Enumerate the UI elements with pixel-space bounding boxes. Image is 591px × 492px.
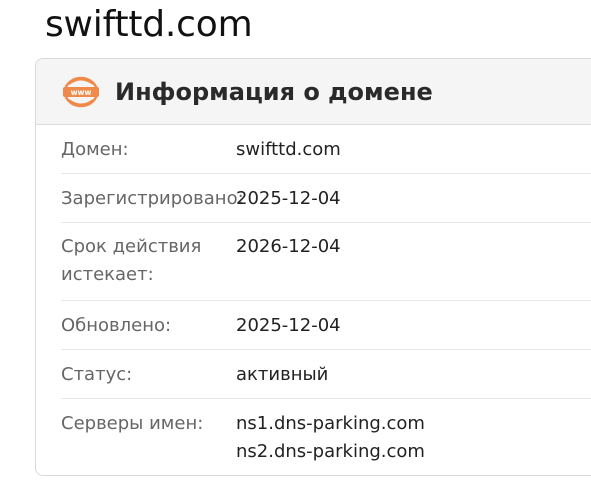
domain-info-card: www Информация о домене Домен: swifttd.c…: [35, 58, 591, 476]
expires-value: 2026-12-04: [236, 236, 341, 257]
row-updated: Обновлено: 2025-12-04: [61, 301, 591, 350]
updated-value: 2025-12-04: [236, 315, 341, 336]
nameservers-value: ns1.dns-parking.com ns2.dns-parking.com: [236, 410, 425, 473]
card-header: www Информация о домене: [36, 59, 591, 125]
row-nameservers: Серверы имен: ns1.dns-parking.com ns2.dn…: [61, 399, 591, 473]
domain-info-list: Домен: swifttd.com Зарегистрировано: 202…: [36, 125, 591, 473]
registered-label: Зарегистрировано:: [61, 188, 244, 209]
expires-label: Срок действия истекает:: [61, 236, 202, 285]
row-domain: Домен: swifttd.com: [61, 125, 591, 174]
domain-value: swifttd.com: [236, 139, 341, 160]
nameserver-1: ns1.dns-parking.com: [236, 413, 425, 434]
row-expires: Срок действия истекает: 2026-12-04: [61, 223, 591, 301]
www-globe-icon: www: [63, 76, 99, 108]
status-value: активный: [236, 364, 329, 385]
card-title: Информация о домене: [115, 77, 433, 106]
nameservers-label: Серверы имен:: [61, 413, 204, 434]
domain-label: Домен:: [61, 139, 129, 160]
status-label: Статус:: [61, 364, 133, 385]
row-registered: Зарегистрировано: 2025-12-04: [61, 174, 591, 223]
nameserver-2: ns2.dns-parking.com: [236, 441, 425, 462]
row-status: Статус: активный: [61, 350, 591, 399]
updated-label: Обновлено:: [61, 315, 172, 336]
page-title: swifttd.com: [45, 4, 253, 45]
registered-value: 2025-12-04: [236, 188, 341, 209]
www-icon-text: www: [71, 88, 92, 97]
